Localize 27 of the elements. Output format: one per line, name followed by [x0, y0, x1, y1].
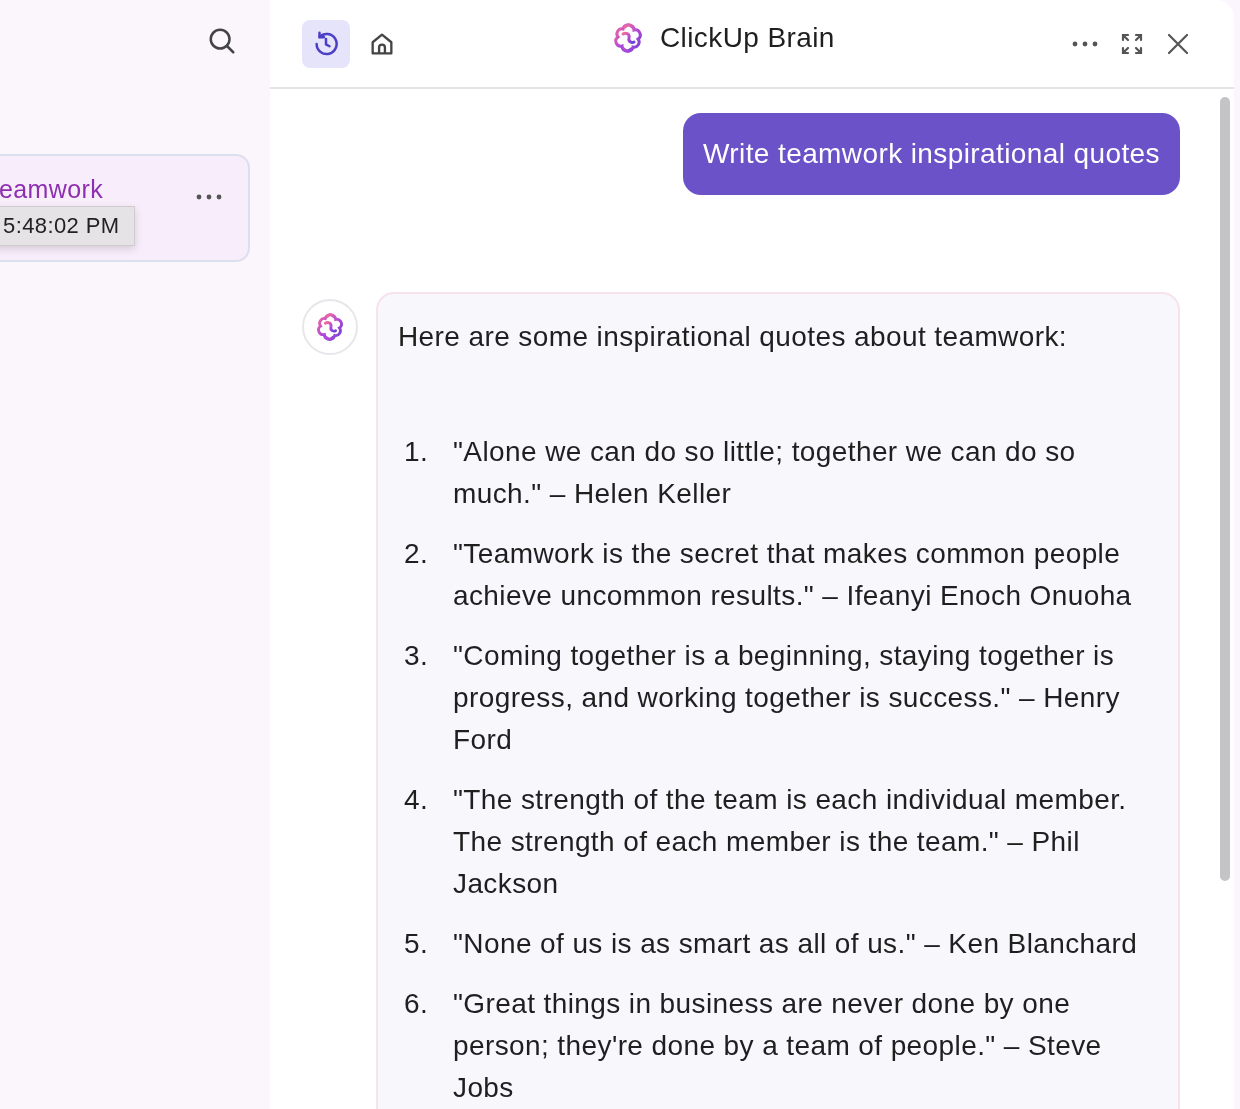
- panel-title: ClickUp Brain: [660, 22, 835, 54]
- more-icon[interactable]: [196, 194, 222, 200]
- more-icon[interactable]: [1072, 40, 1098, 47]
- brain-logo-icon: [612, 22, 644, 54]
- brain-avatar-icon: [302, 299, 358, 355]
- list-number: 5.: [403, 927, 430, 961]
- history-button[interactable]: [302, 19, 350, 68]
- list-number: 1.: [403, 435, 430, 469]
- quote-text: "Teamwork is the secret that makes common people achieve uncommon results." – Ifeanyi Enoch Onuoha: [453, 537, 1133, 613]
- quote-text: "Alone we can do so little; together we can do so much." – Helen Keller: [453, 435, 1077, 511]
- list-number: 4.: [403, 783, 430, 817]
- quote-text: "Coming together is a beginning, staying together is progress, and working together is success." – Henry Ford: [453, 639, 1121, 757]
- list-number: 2.: [403, 537, 430, 571]
- list-number: 6.: [403, 987, 430, 1021]
- expand-icon[interactable]: [1120, 31, 1144, 56]
- chat-history-card[interactable]: eamwork 5:48:02 PM: [0, 154, 250, 262]
- user-message: Write teamwork inspirational quotes: [683, 113, 1180, 195]
- scrollbar[interactable]: [1220, 97, 1230, 881]
- search-icon[interactable]: [207, 26, 237, 56]
- quote-text: "None of us is as smart as all of us." – Ken Blanchard: [453, 927, 1139, 961]
- reply-intro: Here are some inspirational quotes about teamwork:: [398, 320, 1068, 354]
- timestamp-tooltip: 5:48:02 PM: [0, 206, 135, 246]
- quote-text: "The strength of the team is each individual member. The strength of each member is the team." – Phil Jackson: [453, 783, 1128, 901]
- close-icon[interactable]: [1166, 31, 1190, 56]
- list-number: 3.: [403, 639, 430, 673]
- quote-text: "Great things in business are never done by one person; they're done by a team of people." – Steve Jobs: [453, 987, 1103, 1105]
- chat-title: eamwork: [0, 174, 104, 204]
